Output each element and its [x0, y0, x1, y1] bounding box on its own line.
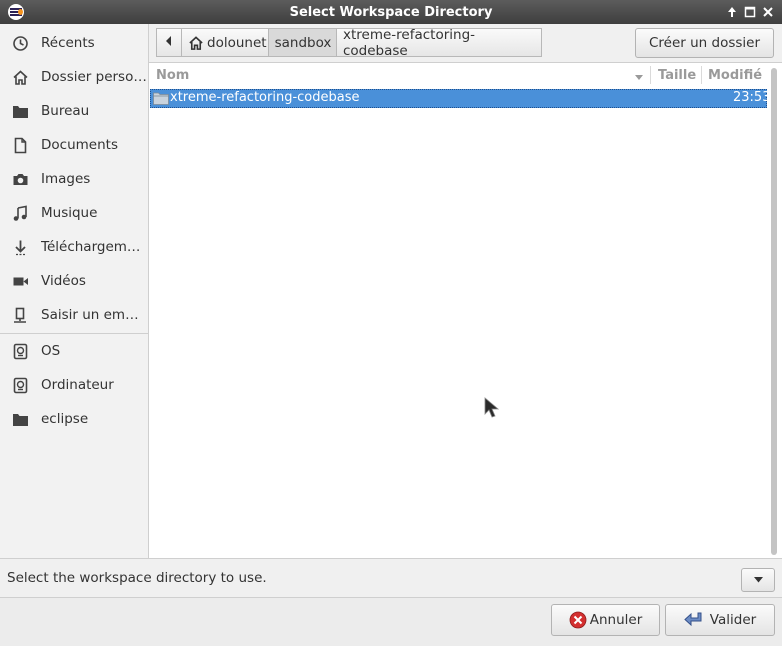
path-segment-current[interactable]: xtreme-refactoring-codebase: [336, 26, 542, 59]
document-icon: [12, 137, 29, 154]
sidebar-item-enter-location[interactable]: Saisir un emplacement: [0, 298, 148, 332]
cancel-label: Annuler: [589, 612, 643, 628]
sidebar-item-eclipse[interactable]: eclipse: [0, 402, 148, 436]
sidebar-item-desktop[interactable]: Bureau: [0, 94, 148, 128]
status-message: Select the workspace directory to use.: [7, 570, 267, 586]
folder-icon: [12, 411, 29, 428]
drive-icon: [12, 343, 29, 360]
validate-label: Valider: [709, 612, 757, 628]
path-segment-label: sandbox: [274, 34, 332, 51]
clock-icon: [12, 35, 29, 52]
sidebar-item-label: Téléchargements: [41, 239, 147, 255]
sidebar-item-home[interactable]: Dossier personnel: [0, 60, 148, 94]
sidebar-item-label: eclipse: [41, 411, 89, 427]
column-size-label: Taille: [658, 67, 697, 83]
sidebar-item-label: Ordinateur: [41, 377, 114, 393]
sidebar-item-documents[interactable]: Documents: [0, 128, 148, 162]
download-icon: [12, 239, 29, 256]
path-segment-home[interactable]: dolounet: [181, 28, 269, 57]
sidebar-item-label: Documents: [41, 137, 118, 153]
path-segment-sandbox[interactable]: sandbox: [268, 28, 338, 57]
camera-icon: [12, 171, 29, 188]
title-bar: Select Workspace Directory: [0, 0, 782, 24]
sidebar-item-pictures[interactable]: Images: [0, 162, 148, 196]
sidebar-item-recents[interactable]: Récents: [0, 26, 148, 60]
window-title: Select Workspace Directory: [289, 4, 493, 20]
sidebar-item-label: Saisir un emplacement: [41, 307, 147, 323]
column-header-name[interactable]: Nom: [156, 63, 644, 87]
create-folder-label: Créer un dossier: [648, 35, 761, 51]
sidebar-item-label: OS: [41, 343, 61, 359]
home-icon: [12, 69, 29, 86]
sidebar-item-downloads[interactable]: Téléchargements: [0, 230, 148, 264]
path-back-button[interactable]: [156, 28, 182, 57]
path-segment-label: dolounet: [207, 34, 267, 51]
sidebar-item-label: Dossier personnel: [41, 69, 147, 85]
cancel-button[interactable]: Annuler: [551, 604, 660, 636]
vertical-scrollbar[interactable]: [771, 68, 777, 555]
file-list[interactable]: Nom Taille Modifié xtreme-refactoring-co…: [149, 62, 782, 558]
file-row[interactable]: xtreme-refactoring-codebase 23:53: [150, 89, 771, 110]
column-divider: [701, 66, 702, 84]
close-window-icon[interactable]: [760, 4, 776, 20]
sidebar-item-music[interactable]: Musique: [0, 196, 148, 230]
sidebar-item-label: Bureau: [41, 103, 90, 119]
places-sidebar: Récents Dossier personnel Bureau Documen…: [0, 24, 149, 558]
sidebar-item-label: Images: [41, 171, 91, 187]
enter-arrow-icon: [684, 611, 704, 629]
cancel-icon: [569, 611, 587, 629]
column-header-size[interactable]: Taille: [658, 63, 696, 87]
sidebar-item-label: Vidéos: [41, 273, 86, 289]
sidebar-item-os[interactable]: OS: [0, 334, 148, 368]
music-icon: [12, 205, 29, 222]
column-name-label: Nom: [156, 67, 190, 83]
dialog-action-bar: Annuler Valider: [0, 597, 782, 646]
folder-icon: [153, 91, 169, 110]
home-icon: [188, 35, 204, 51]
folder-icon: [12, 103, 29, 120]
validate-button[interactable]: Valider: [665, 604, 775, 636]
chevron-down-icon: [753, 572, 764, 588]
path-segment-label: xtreme-refactoring-codebase: [343, 26, 476, 59]
sidebar-item-videos[interactable]: Vidéos: [0, 264, 148, 298]
filter-dropdown-button[interactable]: [741, 568, 775, 592]
network-icon: [12, 307, 29, 324]
drive-icon: [12, 377, 29, 394]
create-folder-button[interactable]: Créer un dossier: [635, 28, 774, 58]
column-modified-label: Modifié: [708, 67, 763, 83]
sort-descending-icon: [634, 71, 644, 86]
file-name: xtreme-refactoring-codebase: [170, 90, 360, 105]
maximize-arrow-icon[interactable]: [724, 4, 740, 20]
chevron-left-icon: [164, 35, 174, 51]
filter-bar: Select the workspace directory to use.: [0, 558, 782, 598]
mouse-cursor-icon: [484, 397, 500, 425]
sidebar-item-label: Musique: [41, 205, 98, 221]
column-divider: [650, 66, 651, 84]
restore-icon[interactable]: [742, 4, 758, 20]
sidebar-item-computer[interactable]: Ordinateur: [0, 368, 148, 402]
column-header-modified[interactable]: Modifié: [708, 63, 762, 87]
sidebar-item-label: Récents: [41, 35, 95, 51]
eclipse-app-icon: [8, 4, 24, 20]
file-modified: 23:53: [733, 90, 771, 105]
video-icon: [12, 273, 29, 290]
